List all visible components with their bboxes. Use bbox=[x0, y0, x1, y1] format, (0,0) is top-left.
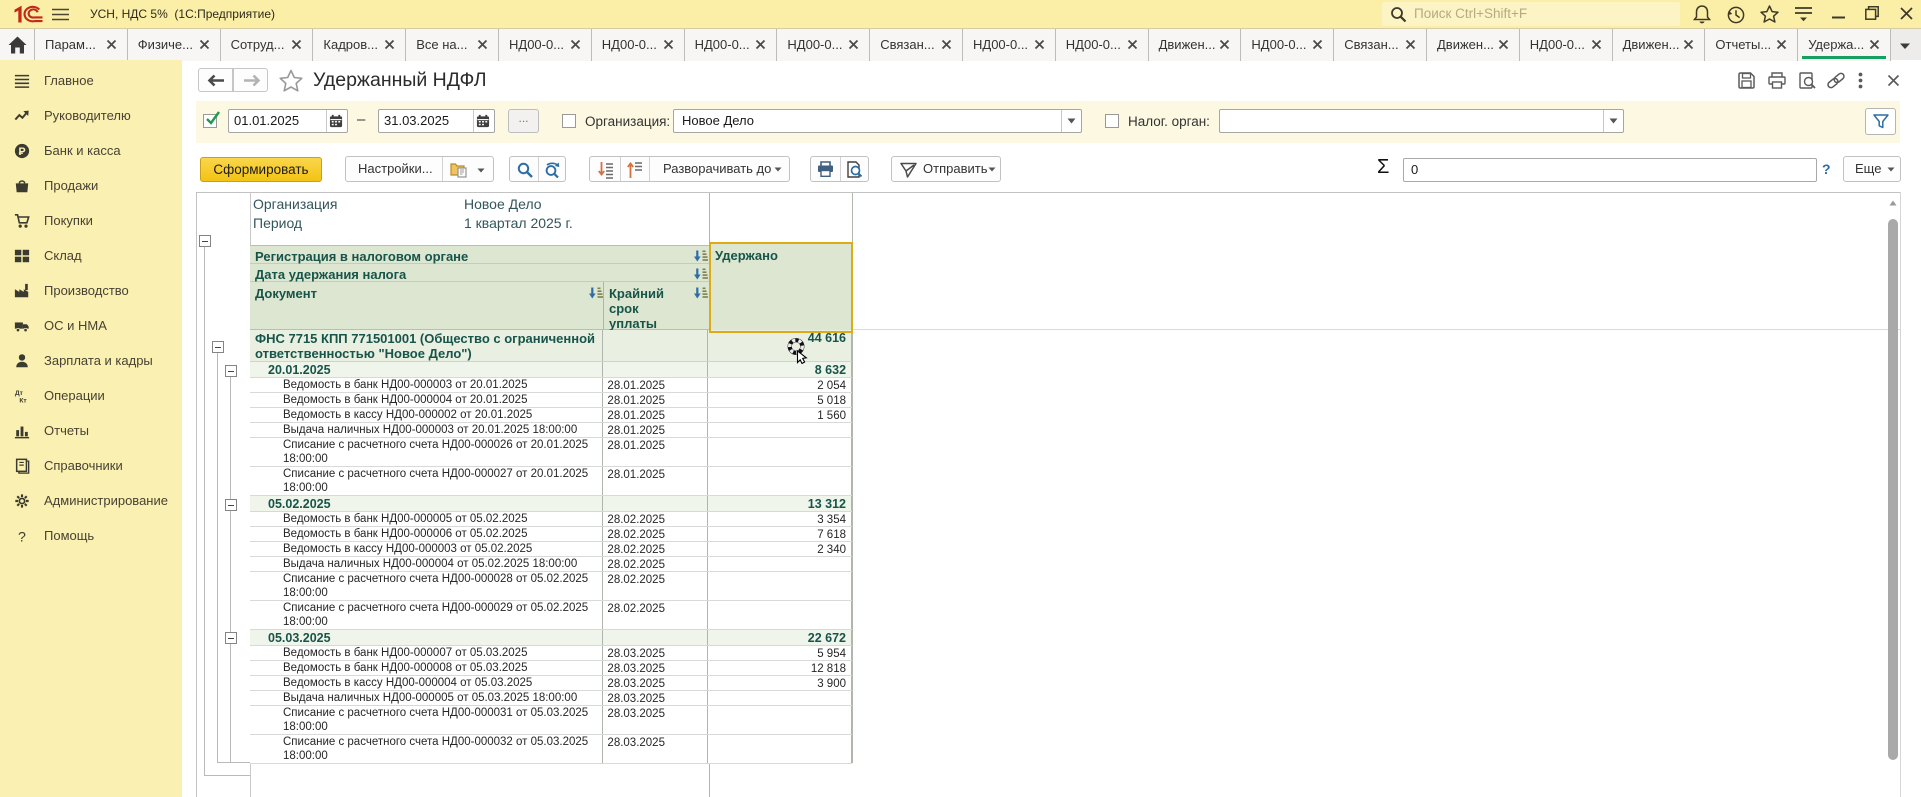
svg-text:Кт: Кт bbox=[19, 398, 27, 404]
svg-text:Дт: Дт bbox=[15, 390, 24, 397]
svg-text:P: P bbox=[18, 146, 25, 158]
svg-text:?: ? bbox=[18, 529, 26, 544]
